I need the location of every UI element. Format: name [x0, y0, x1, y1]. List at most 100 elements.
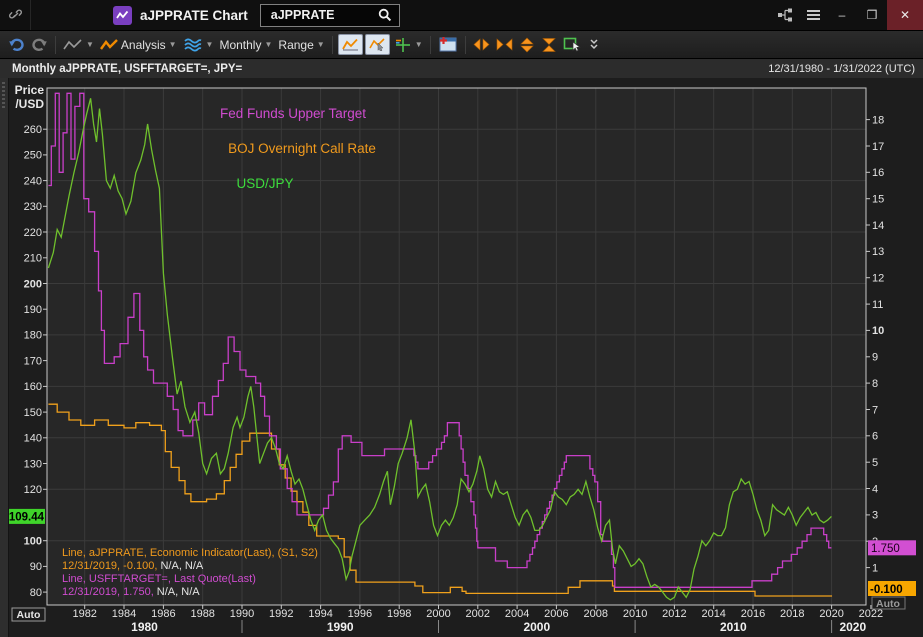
- redo-button[interactable]: [28, 34, 51, 56]
- svg-text:12: 12: [872, 273, 884, 285]
- main-menu-button[interactable]: [799, 0, 827, 30]
- line-style-icon: [63, 38, 83, 52]
- search-icon[interactable]: [376, 8, 399, 22]
- x-axis: 1982198419861988199019921994199619982000…: [72, 605, 883, 620]
- wave-analysis-dropdown[interactable]: ▼: [180, 34, 217, 56]
- price-chart[interactable]: Fed Funds Upper Target BOJ Overnight Call…: [0, 78, 923, 637]
- compress-horizontal-icon: [496, 37, 513, 52]
- plot-background: [47, 88, 866, 605]
- analysis-label: Analysis: [121, 38, 166, 52]
- compress-vertical-button[interactable]: [538, 34, 560, 56]
- svg-text:1980: 1980: [131, 620, 158, 634]
- chart-area[interactable]: Fed Funds Upper Target BOJ Overnight Call…: [0, 78, 923, 637]
- decade-row: 19801990200020102020: [131, 620, 866, 634]
- svg-text:80: 80: [30, 587, 42, 599]
- axis-settings-dropdown[interactable]: ▼: [391, 34, 426, 56]
- svg-text:16: 16: [872, 167, 884, 179]
- svg-text:210: 210: [24, 253, 42, 265]
- interval-label: Monthly: [219, 38, 261, 52]
- more-tools-button[interactable]: [585, 34, 603, 56]
- svg-text:6: 6: [872, 431, 878, 443]
- chart-toolbar: ▼ Analysis▼ ▼ Monthly▼ Range▼: [0, 31, 923, 59]
- range-dropdown[interactable]: Range▼: [275, 34, 327, 56]
- svg-text:1990: 1990: [327, 620, 354, 634]
- undo-button[interactable]: [5, 34, 28, 56]
- window-title: aJPPRATE Chart: [140, 8, 248, 23]
- svg-text:9: 9: [872, 352, 878, 364]
- link-channel-button[interactable]: [0, 0, 31, 30]
- right-axis: 181716151413121110987654321: [866, 114, 884, 574]
- minimize-button[interactable]: –: [827, 0, 857, 30]
- svg-text:18: 18: [872, 114, 884, 126]
- svg-text:14: 14: [872, 220, 884, 232]
- svg-text:2020: 2020: [839, 620, 866, 634]
- svg-text:3: 3: [872, 510, 878, 522]
- svg-text:2000: 2000: [426, 608, 450, 620]
- svg-text:1982: 1982: [72, 608, 96, 620]
- close-button[interactable]: ✕: [887, 0, 923, 30]
- undo-icon: [8, 37, 25, 53]
- zoom-select-button[interactable]: [560, 34, 585, 56]
- svg-text:2004: 2004: [505, 608, 529, 620]
- svg-text:Auto: Auto: [17, 609, 41, 621]
- svg-text:2002: 2002: [466, 608, 490, 620]
- svg-text:1988: 1988: [190, 608, 214, 620]
- svg-text:Line, USFFTARGET=, Last Quote(: Line, USFFTARGET=, Last Quote(Last): [62, 573, 256, 585]
- svg-text:2020: 2020: [819, 608, 843, 620]
- svg-text:90: 90: [30, 561, 42, 573]
- expand-vertical-button[interactable]: [516, 34, 538, 56]
- series-label: BOJ Overnight Call Rate: [228, 141, 376, 156]
- svg-text:Line, aJPPRATE, Economic Indic: Line, aJPPRATE, Economic Indicator(Last)…: [62, 547, 318, 559]
- svg-text:4: 4: [872, 483, 878, 495]
- svg-text:1986: 1986: [151, 608, 175, 620]
- maximize-button[interactable]: ❒: [857, 0, 887, 30]
- svg-text:7: 7: [872, 404, 878, 416]
- application-window: aJPPRATE Chart – ❒ ✕: [0, 0, 923, 637]
- add-subchart-button[interactable]: [435, 34, 461, 56]
- chart-title: Monthly aJPPRATE, USFFTARGET=, JPY=: [12, 63, 242, 75]
- svg-text:11: 11: [872, 299, 883, 311]
- compress-horizontal-button[interactable]: [493, 34, 516, 56]
- svg-text:2010: 2010: [623, 608, 647, 620]
- hamburger-icon: [807, 10, 820, 20]
- analysis-dropdown[interactable]: Analysis▼: [97, 34, 180, 56]
- interval-dropdown[interactable]: Monthly▼: [216, 34, 275, 56]
- svg-text:200: 200: [24, 278, 42, 290]
- search-input[interactable]: [261, 8, 376, 22]
- expand-vertical-icon: [519, 37, 535, 53]
- range-label: Range: [278, 38, 313, 52]
- svg-text:1998: 1998: [387, 608, 411, 620]
- add-panel-icon: [438, 36, 458, 53]
- svg-text:1984: 1984: [112, 608, 136, 620]
- series-label: Fed Funds Upper Target: [220, 106, 366, 121]
- svg-text:2010: 2010: [720, 620, 747, 634]
- svg-text:5: 5: [872, 457, 878, 469]
- chart-edit-button[interactable]: [365, 34, 390, 55]
- chart-icon: [342, 38, 359, 51]
- svg-text:130: 130: [24, 458, 42, 470]
- svg-text:100: 100: [24, 536, 42, 548]
- left-axis-title: Price: [15, 83, 45, 97]
- link-icon: [8, 8, 23, 23]
- expand-horizontal-button[interactable]: [470, 34, 493, 56]
- svg-text:13: 13: [872, 246, 884, 258]
- line-style-dropdown[interactable]: ▼: [60, 34, 97, 56]
- chart-header: Monthly aJPPRATE, USFFTARGET=, JPY= 12/3…: [0, 59, 923, 80]
- panel-grip[interactable]: [0, 78, 9, 637]
- chart-date-range: 12/31/1980 - 1/31/2022 (UTC): [768, 63, 915, 75]
- svg-text:12/31/2019, 1.750, N/A, N/A: 12/31/2019, 1.750, N/A, N/A: [62, 586, 200, 598]
- svg-text:160: 160: [24, 381, 42, 393]
- svg-text:1.750: 1.750: [871, 543, 900, 555]
- chart-properties-button[interactable]: [338, 34, 363, 55]
- chart-pointer-icon: [369, 38, 386, 51]
- waves-icon: [183, 37, 203, 53]
- svg-text:2006: 2006: [544, 608, 568, 620]
- svg-text:1990: 1990: [230, 608, 254, 620]
- svg-text:1: 1: [872, 562, 878, 574]
- workspace-linking-button[interactable]: [771, 0, 799, 30]
- window-titlebar: aJPPRATE Chart – ❒ ✕: [0, 0, 923, 31]
- svg-text:1992: 1992: [269, 608, 293, 620]
- svg-text:2008: 2008: [584, 608, 608, 620]
- compress-vertical-icon: [541, 37, 557, 53]
- flow-tree-icon: [777, 8, 793, 22]
